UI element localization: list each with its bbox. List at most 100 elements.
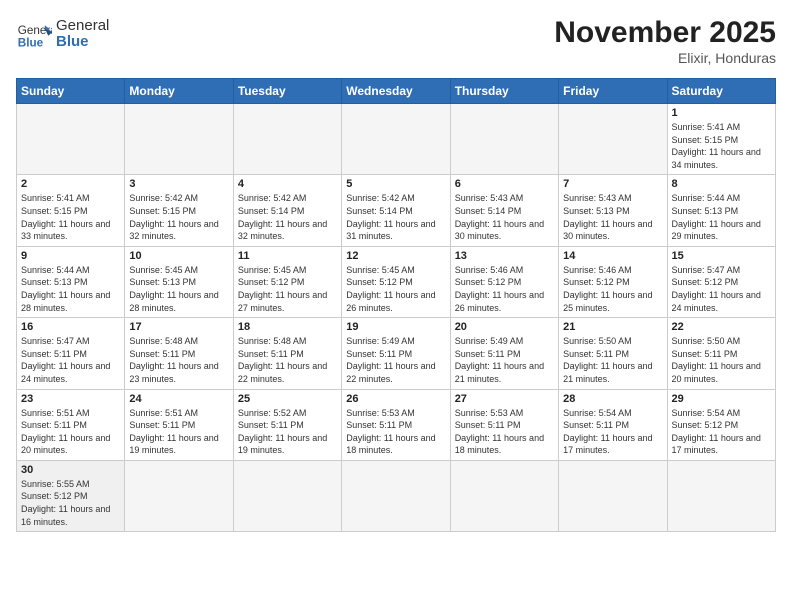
calendar-cell: 8 Sunrise: 5:44 AMSunset: 5:13 PMDayligh… (667, 175, 775, 246)
weekday-header-row: Sunday Monday Tuesday Wednesday Thursday… (17, 79, 776, 104)
day-number: 30 (21, 464, 120, 476)
calendar-cell: 9 Sunrise: 5:44 AMSunset: 5:13 PMDayligh… (17, 246, 125, 317)
day-number: 16 (21, 321, 120, 333)
calendar-row: 23 Sunrise: 5:51 AMSunset: 5:11 PMDaylig… (17, 389, 776, 460)
day-info: Sunrise: 5:42 AMSunset: 5:15 PMDaylight:… (129, 192, 228, 242)
day-info: Sunrise: 5:47 AMSunset: 5:11 PMDaylight:… (21, 335, 120, 385)
day-number: 25 (238, 393, 337, 405)
day-info: Sunrise: 5:45 AMSunset: 5:12 PMDaylight:… (238, 264, 337, 314)
day-info: Sunrise: 5:53 AMSunset: 5:11 PMDaylight:… (346, 407, 445, 457)
calendar-cell: 24 Sunrise: 5:51 AMSunset: 5:11 PMDaylig… (125, 389, 233, 460)
calendar-cell: 25 Sunrise: 5:52 AMSunset: 5:11 PMDaylig… (233, 389, 341, 460)
calendar-cell: 4 Sunrise: 5:42 AMSunset: 5:14 PMDayligh… (233, 175, 341, 246)
calendar-cell: 1 Sunrise: 5:41 AMSunset: 5:15 PMDayligh… (667, 104, 775, 175)
calendar-cell: 12 Sunrise: 5:45 AMSunset: 5:12 PMDaylig… (342, 246, 450, 317)
day-number: 18 (238, 321, 337, 333)
day-info: Sunrise: 5:50 AMSunset: 5:11 PMDaylight:… (672, 335, 771, 385)
day-number: 22 (672, 321, 771, 333)
calendar-cell (667, 460, 775, 531)
calendar-row: 2 Sunrise: 5:41 AMSunset: 5:15 PMDayligh… (17, 175, 776, 246)
day-number: 21 (563, 321, 662, 333)
day-number: 1 (672, 107, 771, 119)
day-number: 4 (238, 178, 337, 190)
day-info: Sunrise: 5:48 AMSunset: 5:11 PMDaylight:… (238, 335, 337, 385)
header: General Blue General Blue November 2025 … (16, 16, 776, 66)
calendar-cell: 17 Sunrise: 5:48 AMSunset: 5:11 PMDaylig… (125, 318, 233, 389)
day-info: Sunrise: 5:52 AMSunset: 5:11 PMDaylight:… (238, 407, 337, 457)
day-info: Sunrise: 5:46 AMSunset: 5:12 PMDaylight:… (563, 264, 662, 314)
calendar-cell (233, 104, 341, 175)
calendar-cell: 18 Sunrise: 5:48 AMSunset: 5:11 PMDaylig… (233, 318, 341, 389)
calendar-cell: 7 Sunrise: 5:43 AMSunset: 5:13 PMDayligh… (559, 175, 667, 246)
calendar-cell (17, 104, 125, 175)
day-info: Sunrise: 5:48 AMSunset: 5:11 PMDaylight:… (129, 335, 228, 385)
calendar-cell: 14 Sunrise: 5:46 AMSunset: 5:12 PMDaylig… (559, 246, 667, 317)
calendar-cell (342, 104, 450, 175)
day-number: 15 (672, 250, 771, 262)
calendar-cell: 16 Sunrise: 5:47 AMSunset: 5:11 PMDaylig… (17, 318, 125, 389)
day-info: Sunrise: 5:54 AMSunset: 5:12 PMDaylight:… (672, 407, 771, 457)
calendar-row: 30 Sunrise: 5:55 AMSunset: 5:12 PMDaylig… (17, 460, 776, 531)
day-number: 6 (455, 178, 554, 190)
day-number: 13 (455, 250, 554, 262)
day-number: 28 (563, 393, 662, 405)
day-info: Sunrise: 5:42 AMSunset: 5:14 PMDaylight:… (346, 192, 445, 242)
day-info: Sunrise: 5:44 AMSunset: 5:13 PMDaylight:… (21, 264, 120, 314)
calendar-cell: 21 Sunrise: 5:50 AMSunset: 5:11 PMDaylig… (559, 318, 667, 389)
calendar-cell (450, 460, 558, 531)
calendar-cell: 30 Sunrise: 5:55 AMSunset: 5:12 PMDaylig… (17, 460, 125, 531)
calendar-cell: 23 Sunrise: 5:51 AMSunset: 5:11 PMDaylig… (17, 389, 125, 460)
calendar-cell (559, 104, 667, 175)
calendar-cell (450, 104, 558, 175)
header-friday: Friday (559, 79, 667, 104)
day-number: 11 (238, 250, 337, 262)
calendar-cell: 22 Sunrise: 5:50 AMSunset: 5:11 PMDaylig… (667, 318, 775, 389)
day-info: Sunrise: 5:47 AMSunset: 5:12 PMDaylight:… (672, 264, 771, 314)
day-number: 29 (672, 393, 771, 405)
calendar-cell (559, 460, 667, 531)
calendar-cell: 19 Sunrise: 5:49 AMSunset: 5:11 PMDaylig… (342, 318, 450, 389)
calendar-cell: 10 Sunrise: 5:45 AMSunset: 5:13 PMDaylig… (125, 246, 233, 317)
day-info: Sunrise: 5:51 AMSunset: 5:11 PMDaylight:… (129, 407, 228, 457)
title-area: November 2025 Elixir, Honduras (554, 16, 776, 66)
day-info: Sunrise: 5:54 AMSunset: 5:11 PMDaylight:… (563, 407, 662, 457)
calendar-row: 1 Sunrise: 5:41 AMSunset: 5:15 PMDayligh… (17, 104, 776, 175)
day-info: Sunrise: 5:43 AMSunset: 5:14 PMDaylight:… (455, 192, 554, 242)
location-label: Elixir, Honduras (554, 50, 776, 66)
day-number: 24 (129, 393, 228, 405)
calendar-row: 16 Sunrise: 5:47 AMSunset: 5:11 PMDaylig… (17, 318, 776, 389)
day-info: Sunrise: 5:44 AMSunset: 5:13 PMDaylight:… (672, 192, 771, 242)
day-info: Sunrise: 5:41 AMSunset: 5:15 PMDaylight:… (21, 192, 120, 242)
calendar-cell: 27 Sunrise: 5:53 AMSunset: 5:11 PMDaylig… (450, 389, 558, 460)
day-info: Sunrise: 5:53 AMSunset: 5:11 PMDaylight:… (455, 407, 554, 457)
month-year-title: November 2025 (554, 16, 776, 50)
day-number: 10 (129, 250, 228, 262)
day-info: Sunrise: 5:55 AMSunset: 5:12 PMDaylight:… (21, 478, 120, 528)
day-number: 2 (21, 178, 120, 190)
calendar-cell: 11 Sunrise: 5:45 AMSunset: 5:12 PMDaylig… (233, 246, 341, 317)
calendar-cell: 29 Sunrise: 5:54 AMSunset: 5:12 PMDaylig… (667, 389, 775, 460)
calendar-cell (233, 460, 341, 531)
header-monday: Monday (125, 79, 233, 104)
calendar-cell (125, 104, 233, 175)
calendar-cell: 5 Sunrise: 5:42 AMSunset: 5:14 PMDayligh… (342, 175, 450, 246)
day-number: 27 (455, 393, 554, 405)
day-info: Sunrise: 5:50 AMSunset: 5:11 PMDaylight:… (563, 335, 662, 385)
day-number: 19 (346, 321, 445, 333)
calendar-cell: 26 Sunrise: 5:53 AMSunset: 5:11 PMDaylig… (342, 389, 450, 460)
header-tuesday: Tuesday (233, 79, 341, 104)
calendar-cell: 2 Sunrise: 5:41 AMSunset: 5:15 PMDayligh… (17, 175, 125, 246)
day-number: 23 (21, 393, 120, 405)
svg-text:Blue: Blue (18, 37, 44, 50)
day-number: 8 (672, 178, 771, 190)
logo-icon: General Blue (16, 16, 52, 52)
calendar-cell (342, 460, 450, 531)
day-number: 14 (563, 250, 662, 262)
day-number: 5 (346, 178, 445, 190)
day-info: Sunrise: 5:41 AMSunset: 5:15 PMDaylight:… (672, 121, 771, 171)
header-wednesday: Wednesday (342, 79, 450, 104)
calendar-table: Sunday Monday Tuesday Wednesday Thursday… (16, 78, 776, 532)
header-thursday: Thursday (450, 79, 558, 104)
day-info: Sunrise: 5:49 AMSunset: 5:11 PMDaylight:… (346, 335, 445, 385)
day-info: Sunrise: 5:51 AMSunset: 5:11 PMDaylight:… (21, 407, 120, 457)
